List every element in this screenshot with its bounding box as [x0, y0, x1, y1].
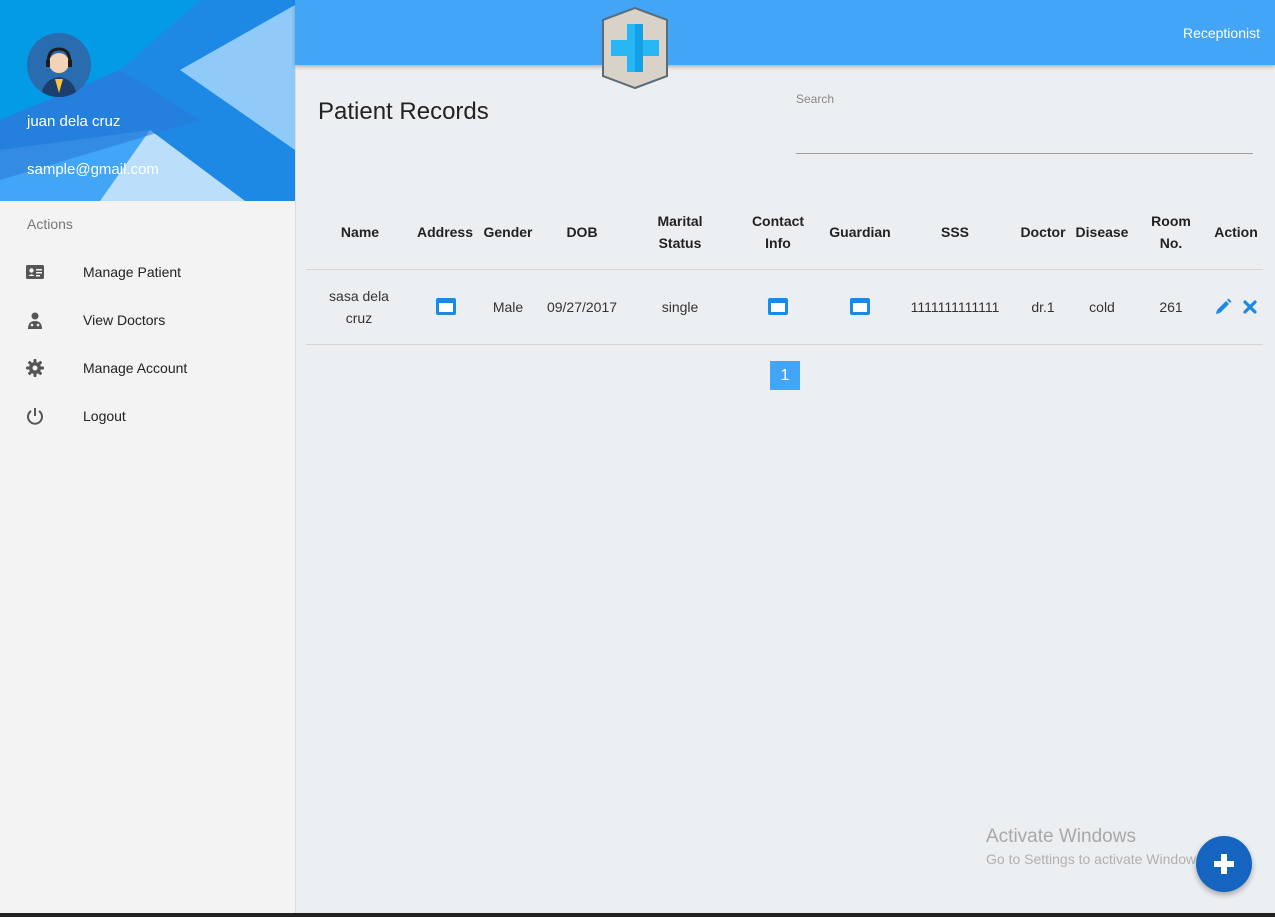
column-header-line: No.: [1159, 235, 1183, 251]
cell-disease: cold: [1089, 299, 1115, 315]
sidebar-item-label: View Doctors: [83, 312, 166, 328]
power-icon: [27, 408, 43, 425]
sidebar-item-label: Manage Account: [83, 360, 188, 376]
column-header-line: Room: [1151, 213, 1191, 229]
cell-doctor: dr.1: [1031, 299, 1055, 315]
user-role: Receptionist: [1182, 25, 1260, 41]
sidebar-item-logout[interactable]: Logout: [0, 396, 295, 436]
column-header-gender: Gender: [483, 224, 533, 240]
column-header-name: Name: [340, 224, 380, 240]
cell-sss: 1111111111111: [910, 299, 1000, 315]
plus-icon: [1214, 854, 1234, 874]
receptionist-avatar-icon: [27, 33, 91, 97]
sidebar-item-manage-patient[interactable]: Manage Patient: [0, 252, 295, 292]
edit-pencil-icon[interactable]: [1214, 298, 1232, 316]
cell-name-line: cruz: [345, 310, 373, 326]
header-divider: [306, 269, 1263, 270]
column-header-dob: DOB: [566, 224, 598, 240]
window-icon-pane: [853, 303, 867, 312]
address-view-icon[interactable]: [436, 298, 456, 315]
column-header-line: Info: [765, 235, 791, 251]
cell-name: sasa dela cruz: [319, 285, 399, 329]
delete-x-icon[interactable]: [1242, 299, 1258, 315]
column-header-room-no: Room No.: [1146, 210, 1196, 254]
top-app-bar: Receptionist: [295, 0, 1275, 65]
search-input[interactable]: [796, 125, 1253, 154]
sidebar: juan dela cruz sample@gmail.com Actions …: [0, 0, 296, 917]
user-name: juan dela cruz: [27, 113, 121, 130]
pagination-page-1[interactable]: 1: [770, 361, 800, 390]
column-header-guardian: Guardian: [829, 224, 891, 240]
column-header-address: Address: [416, 224, 474, 240]
contact-info-view-icon[interactable]: [768, 298, 788, 315]
activate-windows-title: Activate Windows: [986, 826, 1136, 847]
gear-icon: [26, 359, 44, 377]
cell-room-no: 261: [1159, 299, 1183, 315]
sidebar-item-label: Logout: [83, 408, 126, 424]
cell-name-line: sasa dela: [329, 288, 389, 304]
id-card-icon: [26, 265, 44, 279]
column-header-contact-info: Contact Info: [743, 210, 813, 254]
medical-cross-logo-icon: [602, 6, 668, 90]
window-icon-pane: [439, 303, 453, 312]
column-header-line: Contact: [751, 213, 805, 229]
avatar: [27, 33, 91, 97]
column-header-marital-status: Marital Status: [645, 210, 715, 254]
cell-marital-status: single: [661, 299, 699, 315]
search-label: Search: [796, 92, 835, 106]
actions-section-label: Actions: [27, 216, 73, 232]
user-email: sample@gmail.com: [27, 161, 159, 178]
sidebar-item-view-doctors[interactable]: View Doctors: [0, 300, 295, 340]
column-header-disease: Disease: [1075, 224, 1129, 240]
guardian-view-icon[interactable]: [850, 298, 870, 315]
add-patient-button[interactable]: [1196, 836, 1252, 892]
activate-windows-subtitle: Go to Settings to activate Windows.: [986, 851, 1207, 867]
window-icon-pane: [771, 303, 785, 312]
column-header-line: Status: [658, 235, 702, 251]
column-header-sss: SSS: [940, 224, 969, 240]
doctor-icon: [28, 312, 42, 329]
column-header-line: Marital: [657, 213, 703, 229]
profile-header: juan dela cruz sample@gmail.com: [0, 0, 295, 201]
page-title: Patient Records: [318, 98, 489, 125]
cell-dob: 09/27/2017: [546, 299, 618, 315]
cell-gender: Male: [492, 299, 524, 315]
taskbar-edge: [0, 913, 1275, 917]
column-header-action: Action: [1214, 224, 1258, 240]
sidebar-item-manage-account[interactable]: Manage Account: [0, 348, 295, 388]
column-header-doctor: Doctor: [1020, 224, 1066, 240]
sidebar-item-label: Manage Patient: [83, 264, 182, 280]
row-divider: [306, 344, 1263, 345]
